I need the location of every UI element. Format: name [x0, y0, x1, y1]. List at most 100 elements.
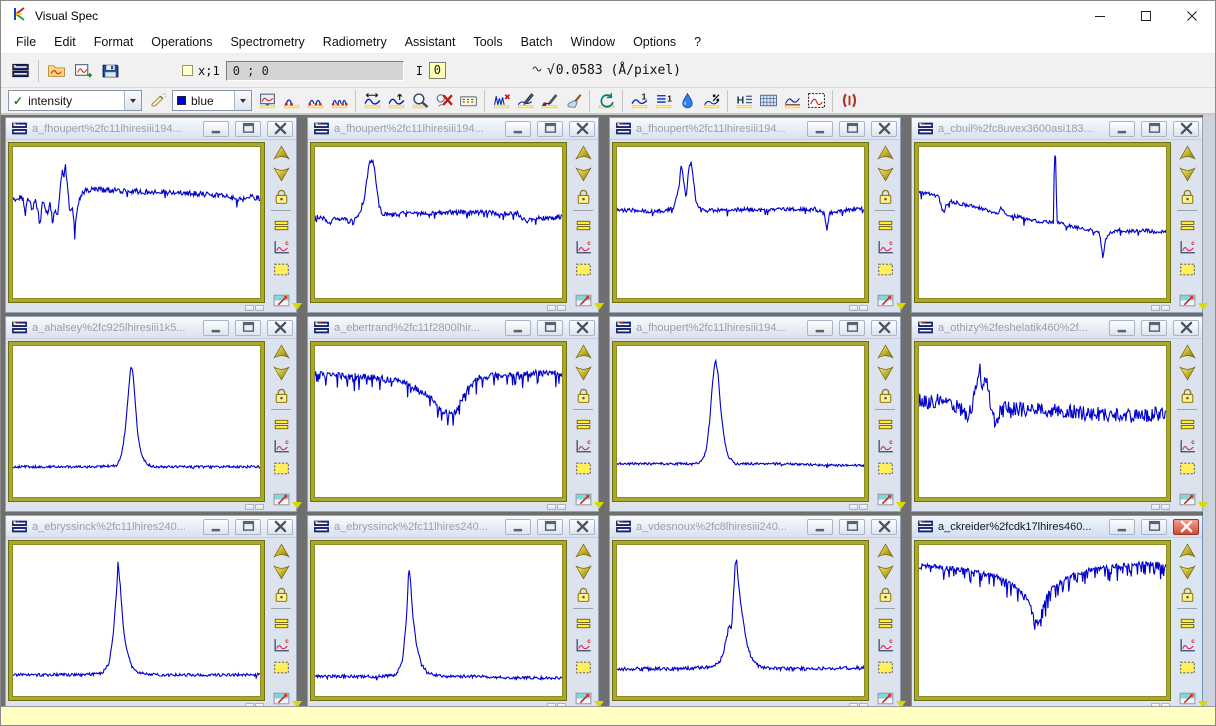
select-region-icon[interactable] — [270, 657, 292, 677]
scrollbar-buttons[interactable] — [1151, 305, 1170, 311]
spectrum-plot[interactable] — [918, 146, 1167, 299]
select-region-icon[interactable] — [874, 458, 896, 478]
split-compare-button[interactable] — [837, 89, 861, 112]
lock-icon[interactable] — [270, 584, 292, 604]
scrollbar-buttons[interactable] — [547, 703, 566, 706]
continuum-multi-button[interactable] — [327, 89, 351, 112]
menu-window[interactable]: Window — [562, 32, 624, 52]
open-profile-button[interactable] — [43, 57, 70, 84]
save-button[interactable] — [97, 57, 124, 84]
spectrum-window-5[interactable]: a_ahalsey%2fc925lhiresiii1k5...c — [5, 316, 297, 512]
window-close-button[interactable] — [267, 519, 293, 535]
pin-annotation-icon[interactable] — [1176, 688, 1198, 706]
pin-annotation-icon[interactable] — [874, 688, 896, 706]
spectrum-window-4[interactable]: a_cbuil%2fc8uvex3600asi183...c — [911, 117, 1203, 313]
preview-image-button[interactable] — [804, 89, 828, 112]
window-minimize-button[interactable] — [203, 519, 229, 535]
window-minimize-button[interactable] — [505, 519, 531, 535]
expand-marker-icon[interactable] — [1198, 502, 1208, 514]
equalize-icon[interactable] — [1176, 613, 1198, 633]
spectrum-window-3[interactable]: a_fhoupert%2fc11lhiresiii194...c — [609, 117, 901, 313]
spectrum-window-8[interactable]: a_othizy%2feshelatik460%2f...c — [911, 316, 1203, 512]
select-region-icon[interactable] — [572, 657, 594, 677]
undo-curve-button[interactable] — [594, 89, 618, 112]
raise-scale-icon[interactable] — [874, 341, 896, 361]
spectrum-plot[interactable] — [616, 345, 865, 498]
lock-icon[interactable] — [874, 186, 896, 206]
select-region-icon[interactable] — [874, 259, 896, 279]
reference-lines-one-button[interactable]: 1 — [651, 89, 675, 112]
pin-annotation-icon[interactable] — [1176, 489, 1198, 509]
style-pick-button[interactable] — [145, 89, 169, 112]
window-minimize-button[interactable] — [807, 519, 833, 535]
overlay-chart-icon[interactable]: c — [1176, 237, 1198, 257]
menu-operations[interactable]: Operations — [142, 32, 221, 52]
lower-scale-icon[interactable] — [572, 363, 594, 383]
lower-scale-icon[interactable] — [572, 164, 594, 184]
expand-marker-icon[interactable] — [292, 502, 302, 514]
lower-scale-icon[interactable] — [270, 363, 292, 383]
menu-file[interactable]: File — [7, 32, 45, 52]
expand-marker-icon[interactable] — [594, 502, 604, 514]
annotate-keyboard-button[interactable] — [456, 89, 480, 112]
raise-scale-icon[interactable] — [1176, 142, 1198, 162]
window-restore-button[interactable] — [839, 121, 865, 137]
spectrum-plot[interactable] — [918, 544, 1167, 697]
display-mode-select[interactable]: ✓intensity — [8, 90, 142, 111]
menu-radiometry[interactable]: Radiometry — [314, 32, 396, 52]
expand-marker-icon[interactable] — [292, 701, 302, 706]
window-close-button[interactable] — [871, 320, 897, 336]
lock-icon[interactable] — [1176, 186, 1198, 206]
spectrum-plot[interactable] — [12, 146, 261, 299]
select-region-icon[interactable] — [874, 657, 896, 677]
equalize-icon[interactable] — [1176, 215, 1198, 235]
overlay-chart-icon[interactable]: c — [270, 237, 292, 257]
window-close-button[interactable] — [267, 121, 293, 137]
expand-marker-icon[interactable] — [1198, 701, 1208, 706]
zoom-delete-button[interactable] — [432, 89, 456, 112]
menu-assistant[interactable]: Assistant — [396, 32, 465, 52]
pin-annotation-icon[interactable] — [874, 290, 896, 310]
pin-annotation-icon[interactable] — [270, 688, 292, 706]
lock-icon[interactable] — [572, 385, 594, 405]
lower-scale-icon[interactable] — [270, 164, 292, 184]
pick-pen-button[interactable] — [537, 89, 561, 112]
scrollbar-buttons[interactable] — [547, 305, 566, 311]
display-mode-dropdown-button[interactable] — [124, 91, 141, 110]
raise-scale-icon[interactable] — [1176, 341, 1198, 361]
window-titlebar[interactable]: a_ahalsey%2fc925lhiresiii1k5... — [6, 317, 296, 339]
raise-scale-icon[interactable] — [874, 540, 896, 560]
window-restore-button[interactable] — [839, 519, 865, 535]
pin-annotation-icon[interactable] — [572, 489, 594, 509]
window-titlebar[interactable]: a_fhoupert%2fc11lhiresiii194... — [610, 118, 900, 140]
spectrum-window-2[interactable]: a_fhoupert%2fc11lhiresiii194...c — [307, 117, 599, 313]
overlay-chart-icon[interactable]: c — [572, 237, 594, 257]
window-titlebar[interactable]: a_ebertrand%2fc11f2800lhir... — [308, 317, 598, 339]
window-minimize-button[interactable] — [807, 320, 833, 336]
window-titlebar[interactable]: a_fhoupert%2fc11lhiresiii194... — [308, 118, 598, 140]
lock-icon[interactable] — [270, 385, 292, 405]
window-close-button[interactable] — [1173, 519, 1199, 535]
spectrum-window-9[interactable]: a_ebryssinck%2fc11lhires240...c — [5, 515, 297, 706]
clean-brush-button[interactable] — [561, 89, 585, 112]
select-region-icon[interactable] — [1176, 458, 1198, 478]
curve-raise-button[interactable] — [384, 89, 408, 112]
raise-scale-icon[interactable] — [572, 142, 594, 162]
window-close-button[interactable] — [569, 519, 595, 535]
spectrum-window-11[interactable]: a_vdesnoux%2fc8lhiresiii240...c — [609, 515, 901, 706]
normalize-one-button[interactable]: 1 — [627, 89, 651, 112]
color-dropdown-button[interactable] — [234, 91, 251, 110]
overlay-chart-icon[interactable]: c — [270, 635, 292, 655]
app-titlebar[interactable]: Visual Spec — [1, 1, 1215, 31]
window-restore-button[interactable] — [1141, 121, 1167, 137]
menu-edit[interactable]: Edit — [45, 32, 85, 52]
draw-pen-button[interactable] — [513, 89, 537, 112]
scrollbar-buttons[interactable] — [849, 703, 868, 706]
pin-annotation-icon[interactable] — [1176, 290, 1198, 310]
lower-scale-icon[interactable] — [874, 562, 896, 582]
spectrum-plot[interactable] — [314, 146, 563, 299]
window-close-button[interactable] — [871, 121, 897, 137]
scrollbar-buttons[interactable] — [245, 305, 264, 311]
spectrum-plot[interactable] — [314, 345, 563, 498]
app-minimize-button[interactable] — [1077, 1, 1123, 31]
